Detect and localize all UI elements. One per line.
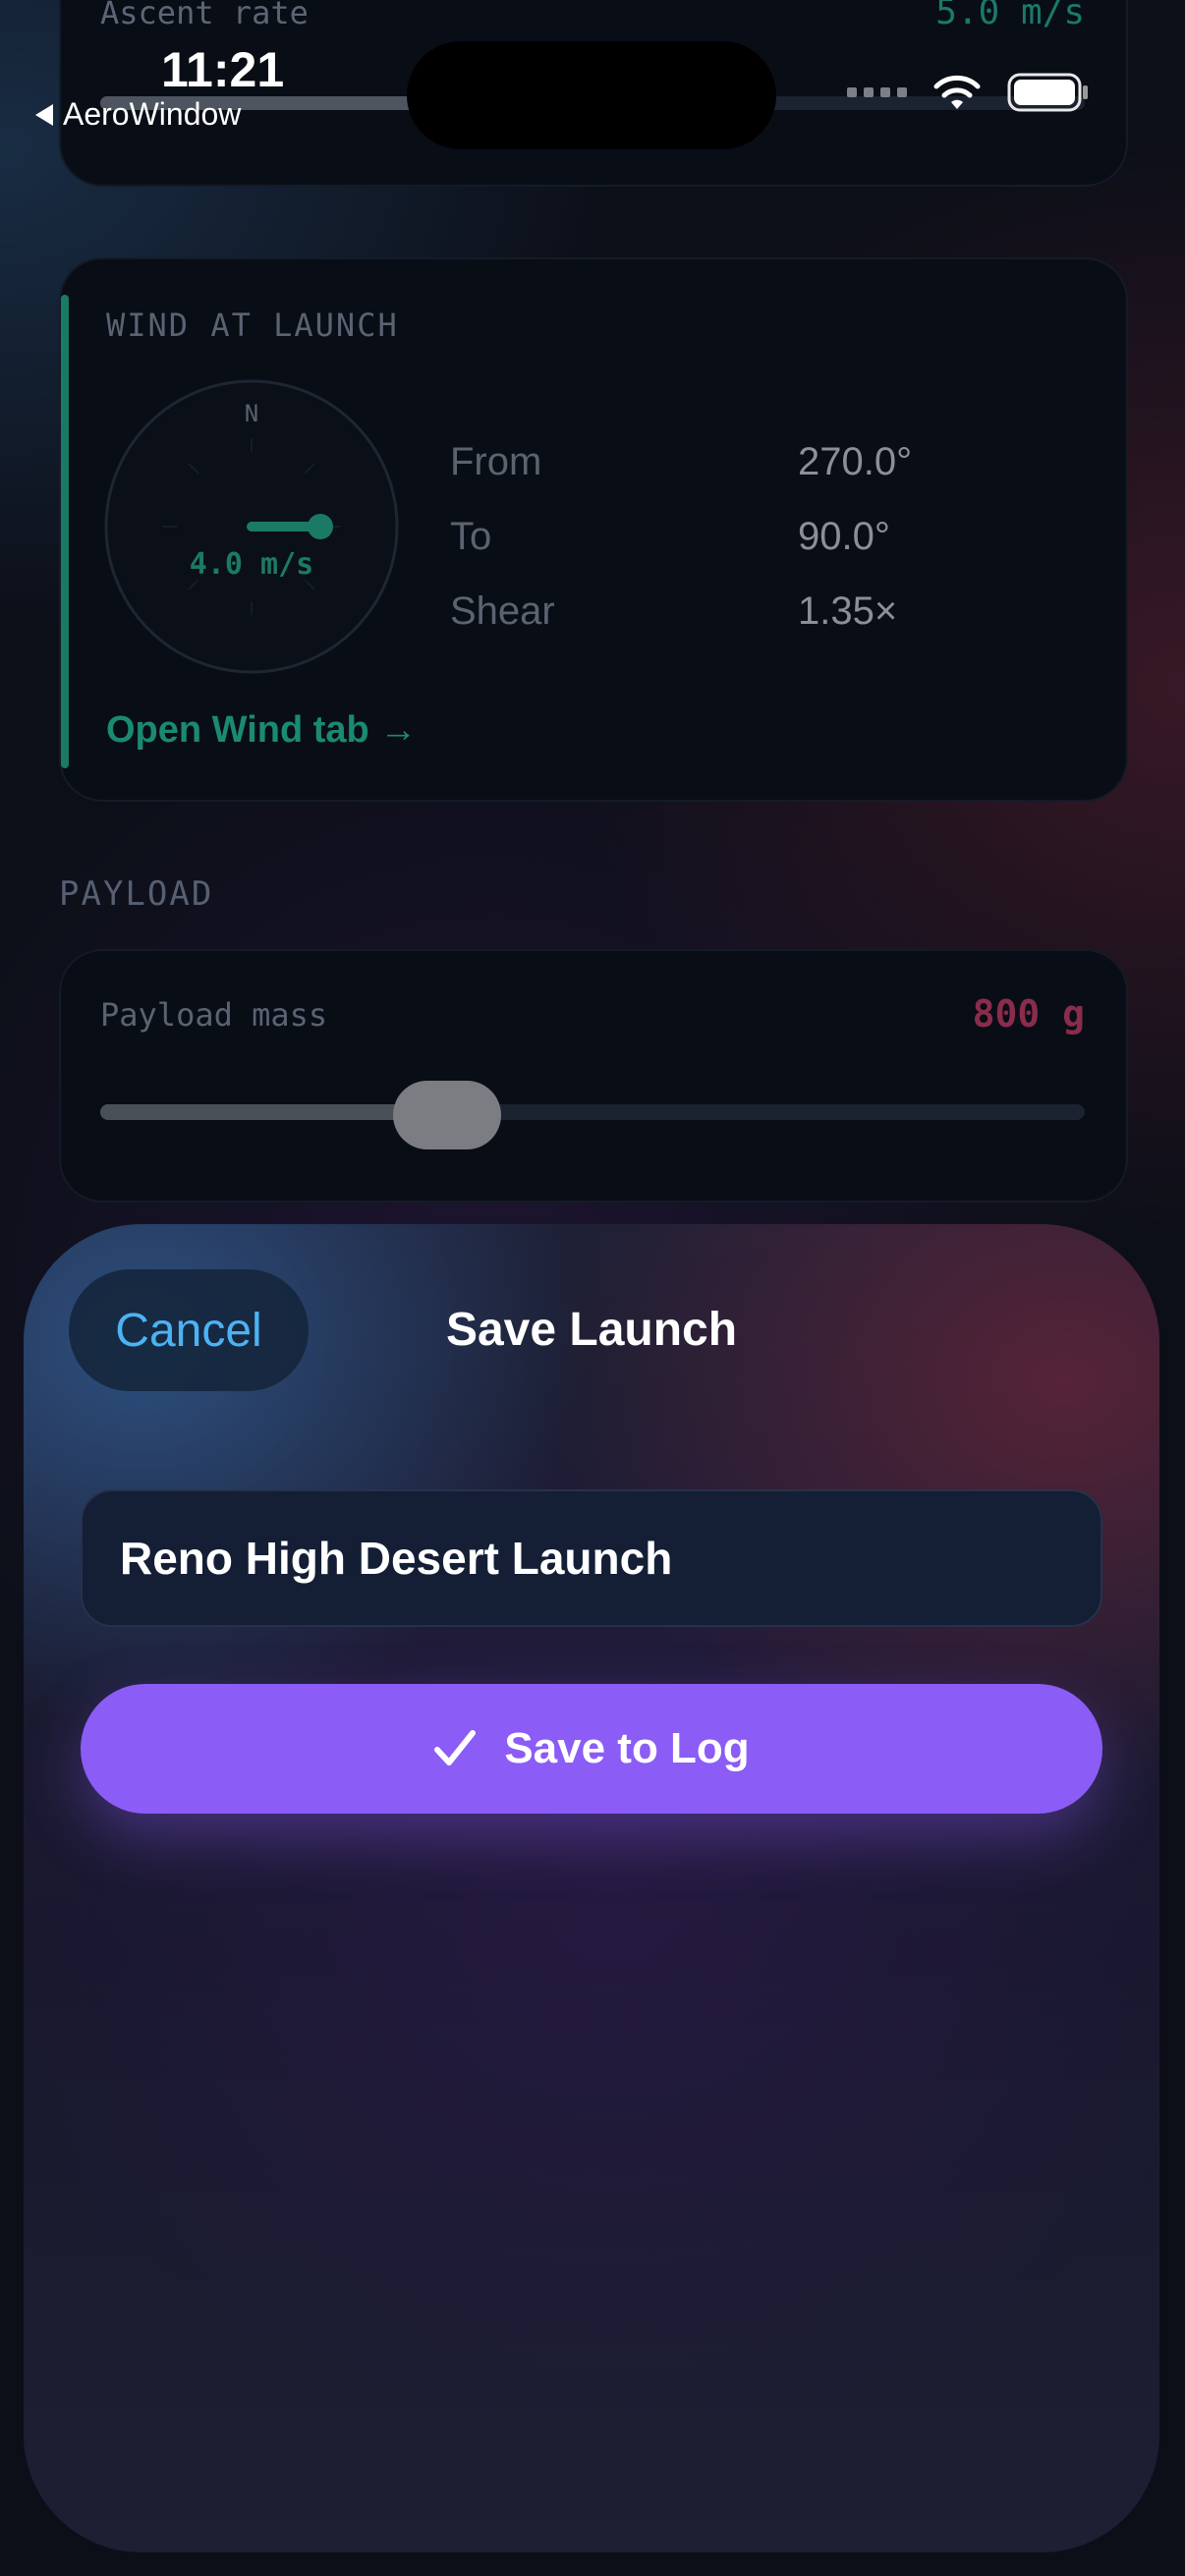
wind-values-table: From 270.0° To 90.0° Shear 1.35× xyxy=(450,424,912,648)
wind-row-key: From xyxy=(450,439,542,483)
wind-compass: N 4.0 m/s xyxy=(104,379,399,674)
save-launch-sheet: Cancel Save Launch Save to Log xyxy=(24,1224,1159,2552)
battery-icon xyxy=(1007,73,1088,112)
save-button-label: Save to Log xyxy=(504,1724,750,1772)
wind-row-value: 90.0° xyxy=(798,514,890,558)
signal-dots-icon xyxy=(847,87,907,97)
wind-needle-head xyxy=(308,514,333,539)
payload-card: Payload mass 800 g xyxy=(59,949,1128,1203)
wind-row-key: To xyxy=(450,514,492,558)
wind-row-value: 1.35× xyxy=(798,588,898,633)
payload-mass-label: Payload mass xyxy=(100,996,328,1034)
compass-speed-label: 4.0 m/s xyxy=(190,547,313,582)
wifi-icon xyxy=(933,75,981,109)
payload-slider-thumb[interactable] xyxy=(393,1081,501,1149)
open-wind-tab-link[interactable]: Open Wind tab → xyxy=(106,709,417,752)
wind-row-key: Shear xyxy=(450,588,555,633)
back-arrow-icon xyxy=(35,103,53,126)
back-to-app-button[interactable]: AeroWindow xyxy=(35,96,241,133)
launch-name-input[interactable] xyxy=(81,1489,1102,1627)
payload-mass-value: 800 g xyxy=(972,992,1085,1036)
back-app-label: AeroWindow xyxy=(63,96,242,132)
ascent-rate-label: Ascent rate xyxy=(100,0,309,31)
sheet-title: Save Launch xyxy=(445,1304,738,1356)
wind-row-shear: Shear 1.35× xyxy=(450,574,912,648)
wind-at-launch-card: WIND AT LAUNCH N 4.0 m/s From 270.0° To … xyxy=(59,257,1128,802)
wind-card-title: WIND AT LAUNCH xyxy=(106,307,399,344)
wind-row-value: 270.0° xyxy=(798,439,913,483)
save-to-log-button[interactable]: Save to Log xyxy=(81,1684,1102,1814)
compass-north-label: N xyxy=(245,400,258,427)
wind-card-accent-bar xyxy=(61,295,69,768)
payload-mass-slider[interactable] xyxy=(100,1104,1085,1120)
payload-section-label: PAYLOAD xyxy=(59,874,214,914)
wind-row-from: From 270.0° xyxy=(450,424,912,499)
status-time: 11:21 xyxy=(161,42,285,97)
wind-row-to: To 90.0° xyxy=(450,499,912,574)
ascent-rate-value: 5.0 m/s xyxy=(935,0,1085,32)
checkmark-icon xyxy=(434,1730,477,1765)
status-icons xyxy=(847,73,1090,112)
dynamic-island xyxy=(407,41,776,149)
